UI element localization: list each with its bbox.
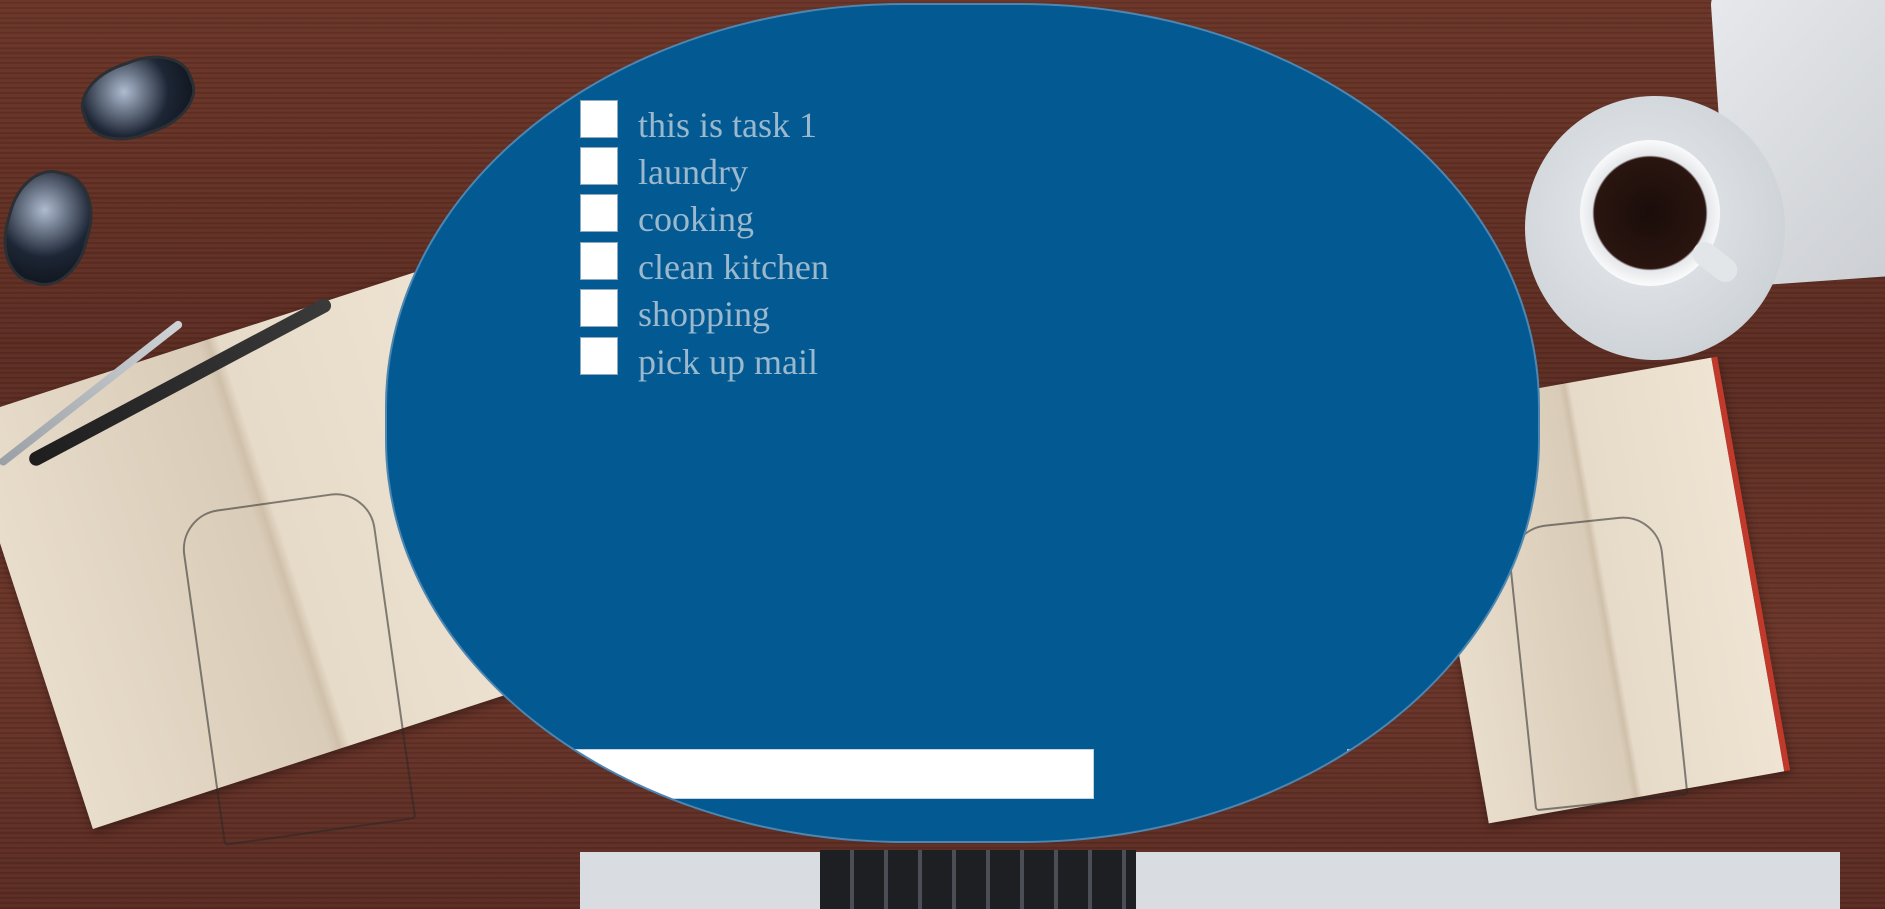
task-label: shopping (638, 294, 771, 335)
page-title: Goals (580, 12, 654, 45)
task-label: laundry (638, 152, 748, 193)
task-checkbox[interactable] (580, 289, 618, 328)
task-item: pick up mail (580, 332, 829, 382)
new-task-input[interactable] (514, 749, 1094, 799)
task-label: clean kitchen (638, 246, 829, 287)
task-label: cooking (638, 199, 754, 240)
task-checkbox[interactable] (580, 99, 618, 138)
sunglasses-decoration (0, 42, 210, 295)
task-item: this is task 1 (580, 95, 829, 145)
sunglasses-lens (0, 161, 104, 295)
task-checkbox[interactable] (580, 336, 618, 375)
task-checkbox[interactable] (580, 194, 618, 233)
goals-panel: Goals this is task 1 laundry cooking cle… (385, 3, 1540, 843)
laptop-decoration (580, 852, 1840, 909)
task-item: laundry (580, 142, 829, 192)
keyboard-decoration (820, 850, 1136, 909)
task-label: pick up mail (638, 341, 818, 382)
task-checkbox[interactable] (580, 147, 618, 186)
task-checkbox[interactable] (580, 241, 618, 280)
add-task-button[interactable]: Add task (1347, 749, 1415, 841)
task-item: clean kitchen (580, 237, 829, 287)
task-label: this is task 1 (638, 104, 818, 145)
task-list: this is task 1 laundry cooking clean kit… (580, 95, 829, 382)
sunglasses-lens (70, 42, 206, 154)
task-item: cooking (580, 190, 829, 239)
task-item: shopping (580, 285, 829, 334)
building-sketch-decoration (1505, 512, 1689, 812)
